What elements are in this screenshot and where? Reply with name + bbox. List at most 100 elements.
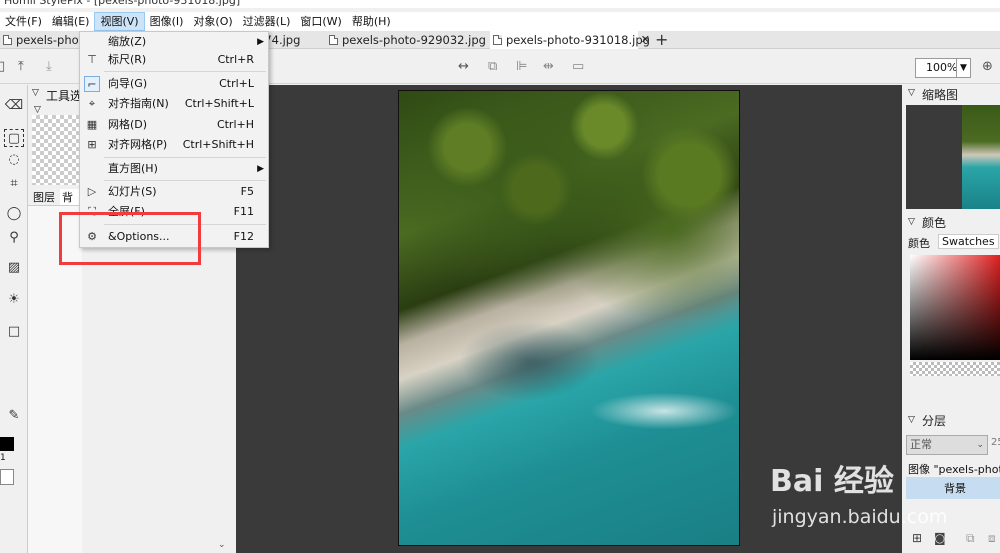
tab-color[interactable]: 颜色	[908, 235, 930, 251]
tab-document-3[interactable]: pexels-photo-929032.jpg	[326, 31, 486, 49]
highlight-annotation-box	[59, 212, 201, 265]
menu-window[interactable]: 窗口(W)	[295, 12, 346, 31]
menu-item-label: 网格(D)	[108, 118, 148, 131]
tool-options-panel: ▽ 工具选 ▽ 图层 背景 ⌄	[28, 85, 226, 553]
rect-select-icon[interactable]: ▢	[4, 129, 24, 147]
tab-label: pexels-photo-931018.jpg	[506, 33, 650, 47]
distribute-icon[interactable]: ⇹	[543, 50, 554, 84]
menu-item-guides[interactable]: ⌐ 向导(G) Ctrl+L	[80, 74, 268, 94]
background-color-swatch[interactable]	[0, 469, 14, 485]
zoom-select[interactable]: 100% ▼	[915, 58, 971, 78]
window-title: Homil StylePix - [pexels-photo-931018.jp…	[0, 0, 1000, 8]
crop-icon[interactable]: ⌗	[4, 175, 24, 193]
menu-item-shortcut: F11	[233, 205, 254, 218]
submenu-arrow-icon: ▶	[257, 164, 264, 174]
menu-edit[interactable]: 编辑(E)	[47, 12, 95, 31]
collapse-icon[interactable]: ▽	[908, 415, 915, 425]
layers-title: 分层	[922, 414, 947, 428]
align-left-icon[interactable]: ⊫	[516, 50, 527, 84]
forest-canopy	[399, 91, 739, 231]
baidu-jingyan-watermark: Bai 经验 jingyan.baidu.com	[770, 448, 1000, 548]
menu-item-ruler[interactable]: ⊤ 标尺(R) Ctrl+R	[80, 50, 268, 70]
menu-separator	[104, 71, 266, 72]
thumbnail-view[interactable]	[906, 105, 1000, 209]
file-icon	[3, 35, 12, 45]
flip-horizontal-icon[interactable]: ↔	[458, 50, 469, 84]
menu-item-label: 缩放(Z)	[108, 35, 147, 48]
thumbnail-image	[962, 105, 1000, 209]
layer-preview	[32, 115, 80, 185]
menu-object[interactable]: 对象(O)	[188, 12, 237, 31]
foreground-color-swatch[interactable]	[0, 437, 14, 451]
menu-item-shortcut: F5	[240, 185, 254, 198]
toolbar-edge-icon[interactable]: ▯	[0, 50, 5, 84]
watermark-brand: Bai 经验	[770, 464, 894, 499]
lasso-icon[interactable]: ◌	[4, 151, 24, 169]
guide-icon: ⌐	[84, 76, 100, 92]
menu-item-label: 对齐网格(P)	[108, 138, 168, 151]
menu-item-label: 向导(G)	[108, 77, 148, 90]
menu-file[interactable]: 文件(F)	[0, 12, 47, 31]
collapse-icon[interactable]: ▽	[908, 88, 915, 98]
tab-swatches[interactable]: Swatches	[938, 234, 999, 249]
ellipse-select-icon[interactable]: ◯	[4, 205, 24, 223]
slideshow-icon: ▷	[87, 185, 97, 198]
menu-image[interactable]: 图像(I)	[145, 12, 189, 31]
watermark-url: jingyan.baidu.com	[772, 506, 948, 528]
menu-item-slideshow[interactable]: ▷ 幻灯片(S) F5	[80, 182, 268, 202]
stamp-icon[interactable]: ⚲	[4, 229, 24, 247]
color-title: 颜色	[922, 216, 947, 230]
fit-window-icon[interactable]: ▭	[572, 50, 584, 84]
collapse-icon[interactable]: ▽	[34, 105, 41, 115]
collapse-icon[interactable]: ▽	[908, 217, 915, 227]
pattern-icon[interactable]: ▨	[4, 259, 24, 277]
upload-icon[interactable]: ⤒	[18, 50, 24, 84]
zoom-value: 100%	[926, 61, 958, 74]
tool-strip: ⌫ ▢ ◌ ⌗ ◯ ⚲ ▨ ☀ □ ✎ 1	[0, 85, 28, 553]
close-icon[interactable]: ✕	[641, 31, 650, 49]
menu-item-grid[interactable]: ▦ 网格(D) Ctrl+H	[80, 115, 268, 135]
snap-guide-icon: ⌖	[88, 97, 96, 110]
alpha-bar[interactable]	[910, 362, 1000, 376]
scroll-down-icon[interactable]: ⌄	[218, 540, 226, 550]
menu-item-label: 标尺(R)	[108, 53, 147, 66]
snap-grid-icon: ⊞	[87, 138, 97, 151]
menu-item-shortcut: Ctrl+Shift+H	[182, 138, 254, 151]
color-index-label: 1	[0, 453, 6, 463]
file-icon	[329, 35, 338, 45]
menu-item-snap-grid[interactable]: ⊞ 对齐网格(P) Ctrl+Shift+H	[80, 135, 268, 155]
shape-icon[interactable]: □	[4, 323, 24, 341]
tool-section-label: 工具选	[46, 89, 83, 103]
eraser-icon[interactable]: ⌫	[4, 97, 24, 115]
menu-separator	[104, 157, 266, 158]
menu-item-snap-guides[interactable]: ⌖ 对齐指南(N) Ctrl+Shift+L	[80, 94, 268, 114]
aerial-beach-photo	[398, 90, 740, 546]
thumbnail-title: 缩略图	[922, 88, 959, 102]
eyedropper-icon[interactable]: ✎	[4, 407, 24, 425]
chevron-down-icon: ▼	[956, 59, 970, 77]
brightness-icon[interactable]: ☀	[4, 291, 24, 309]
download-icon[interactable]: ⤓	[46, 50, 52, 84]
menu-view[interactable]: 视图(V)	[94, 12, 145, 31]
zoom-in-icon[interactable]: ⊕	[982, 50, 993, 84]
tab-document-4[interactable]: pexels-photo-931018.jpg ✕	[490, 31, 650, 49]
color-picker-field[interactable]	[910, 255, 1000, 360]
menu-item-zoom[interactable]: 缩放(Z) ▶	[80, 32, 268, 52]
menu-item-histogram[interactable]: 直方图(H) ▶	[80, 159, 268, 179]
tab-layers[interactable]: 图层	[33, 189, 55, 205]
menu-separator	[104, 180, 266, 181]
reef-shadow	[459, 321, 599, 401]
tab-document-1[interactable]: pexels-photo	[0, 31, 90, 49]
collapse-icon[interactable]: ▽	[32, 88, 39, 98]
menu-help[interactable]: 帮助(H)	[347, 12, 396, 31]
menu-item-label: 直方图(H)	[108, 162, 158, 175]
wave-foam	[584, 391, 739, 431]
menubar: 文件(F) 编辑(E) 视图(V) 图像(I) 对象(O) 过滤器(L) 窗口(…	[0, 12, 1000, 31]
menu-item-shortcut: Ctrl+R	[217, 53, 254, 66]
menu-item-label: 对齐指南(N)	[108, 97, 169, 110]
menu-filter[interactable]: 过滤器(L)	[238, 12, 296, 31]
opacity-value[interactable]: 25	[991, 437, 1000, 448]
new-tab-button[interactable]: +	[655, 30, 668, 49]
arrange-icon[interactable]: ⧉	[488, 50, 497, 84]
menu-item-shortcut: Ctrl+Shift+L	[184, 97, 254, 110]
